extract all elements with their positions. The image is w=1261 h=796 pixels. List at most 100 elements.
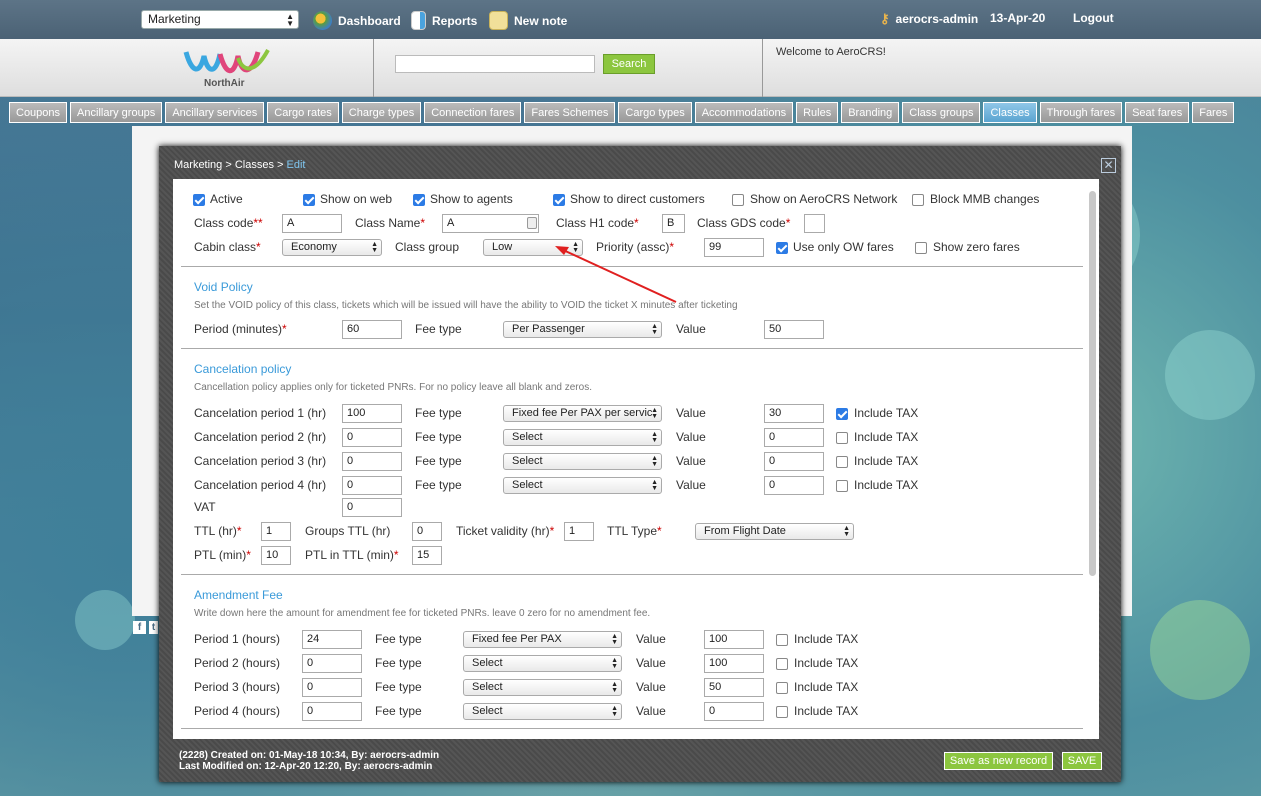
show-direct-label: Show to direct customers bbox=[570, 192, 705, 206]
cancel-fee-select[interactable]: Select ▲ ▼ bbox=[503, 429, 662, 446]
class-code-label: Class code** bbox=[194, 216, 263, 230]
search-input[interactable] bbox=[395, 55, 595, 73]
tab-bar: Coupons Ancillary groups Ancillary service… bbox=[9, 102, 1235, 124]
cancel-period-input[interactable]: 0 bbox=[342, 452, 402, 471]
amend-value-input[interactable]: 100 bbox=[704, 654, 764, 673]
tab-branding[interactable]: Branding bbox=[841, 102, 900, 123]
include-tax-checkbox[interactable] bbox=[836, 456, 848, 468]
show-network-checkbox[interactable] bbox=[732, 194, 744, 206]
ptl-input[interactable]: 10 bbox=[261, 546, 291, 565]
h1-code-input[interactable]: B bbox=[662, 214, 685, 233]
reports-link[interactable]: Reports bbox=[411, 11, 477, 30]
amend-period-input[interactable]: 0 bbox=[302, 654, 362, 673]
search-button[interactable]: Search bbox=[603, 54, 655, 74]
tab-through-fares[interactable]: Through fares bbox=[1039, 102, 1123, 123]
cancel-period-input[interactable]: 100 bbox=[342, 404, 402, 423]
amend-fee-select[interactable]: Fixed fee Per PAX ▲ ▼ bbox=[463, 631, 622, 648]
void-period-input[interactable]: 60 bbox=[342, 320, 402, 339]
show-zero-checkbox[interactable] bbox=[915, 242, 927, 254]
scrollbar[interactable] bbox=[1089, 191, 1096, 576]
tab-coupons[interactable]: Coupons bbox=[9, 102, 68, 123]
cancel-period-input[interactable]: 0 bbox=[342, 476, 402, 495]
tab-ancillary-services[interactable]: Ancillary services bbox=[165, 102, 265, 123]
void-value-input[interactable]: 50 bbox=[764, 320, 824, 339]
groups-ttl-input[interactable]: 0 bbox=[412, 522, 442, 541]
gds-code-input[interactable] bbox=[804, 214, 825, 233]
close-icon[interactable]: ✕ bbox=[1101, 158, 1116, 173]
include-tax-checkbox[interactable] bbox=[836, 480, 848, 492]
tab-class-groups[interactable]: Class groups bbox=[902, 102, 981, 123]
save-as-new-button[interactable]: Save as new record bbox=[944, 752, 1053, 770]
amend-period-label: Period 3 (hours) bbox=[194, 680, 281, 694]
amend-period-input[interactable]: 0 bbox=[302, 702, 362, 721]
cancel-period-input[interactable]: 0 bbox=[342, 428, 402, 447]
user-link[interactable]: ⚷ aerocrs-admin bbox=[880, 11, 978, 27]
amend-fee-select[interactable]: Select ▲ ▼ bbox=[463, 679, 622, 696]
amend-value-input[interactable]: 100 bbox=[704, 630, 764, 649]
include-tax-checkbox[interactable] bbox=[776, 658, 788, 670]
tab-cargo-types[interactable]: Cargo types bbox=[618, 102, 692, 123]
class-code-input[interactable]: A bbox=[282, 214, 342, 233]
cancel-value-input[interactable]: 0 bbox=[764, 476, 824, 495]
active-checkbox[interactable] bbox=[193, 194, 205, 206]
include-tax-checkbox[interactable] bbox=[836, 432, 848, 444]
amend-period-input[interactable]: 24 bbox=[302, 630, 362, 649]
new-note-link[interactable]: New note bbox=[489, 11, 567, 30]
translate-icon[interactable] bbox=[527, 217, 537, 229]
ttl-input[interactable]: 1 bbox=[261, 522, 291, 541]
tab-connection-fares[interactable]: Connection fares bbox=[424, 102, 522, 123]
include-tax-checkbox[interactable] bbox=[776, 706, 788, 718]
amend-fee-select[interactable]: Select ▲ ▼ bbox=[463, 655, 622, 672]
use-ow-checkbox[interactable] bbox=[776, 242, 788, 254]
cancel-fee-select[interactable]: Fixed fee Per PAX per servic ▲ ▼ bbox=[503, 405, 662, 422]
ticket-validity-input[interactable]: 1 bbox=[564, 522, 594, 541]
cancel-fee-label: Fee type bbox=[415, 430, 462, 444]
market-select[interactable]: Marketing ▲ ▼ bbox=[141, 10, 299, 29]
void-fee-select[interactable]: Per Passenger ▲ ▼ bbox=[503, 321, 662, 338]
class-name-input[interactable]: A bbox=[442, 214, 539, 233]
amend-value-label: Value bbox=[636, 632, 666, 646]
save-button[interactable]: SAVE bbox=[1062, 752, 1102, 770]
tab-rules[interactable]: Rules bbox=[796, 102, 839, 123]
cancel-value-input[interactable]: 0 bbox=[764, 452, 824, 471]
cancel-value-input[interactable]: 30 bbox=[764, 404, 824, 423]
tab-ancillary-groups[interactable]: Ancillary groups bbox=[70, 102, 163, 123]
cancel-fee-select[interactable]: Select ▲ ▼ bbox=[503, 453, 662, 470]
tab-seat-fares[interactable]: Seat fares bbox=[1125, 102, 1190, 123]
show-agents-checkbox[interactable] bbox=[413, 194, 425, 206]
facebook-icon[interactable]: f bbox=[133, 621, 146, 634]
active-label: Active bbox=[210, 192, 243, 206]
key-icon: ⚷ bbox=[880, 11, 890, 26]
tab-fares-schemes[interactable]: Fares Schemes bbox=[524, 102, 616, 123]
header-divider bbox=[373, 39, 374, 97]
amend-period-input[interactable]: 0 bbox=[302, 678, 362, 697]
ptl-in-ttl-input[interactable]: 15 bbox=[412, 546, 442, 565]
include-tax-checkbox[interactable] bbox=[776, 682, 788, 694]
tab-accommodations[interactable]: Accommodations bbox=[694, 102, 794, 123]
twitter-icon[interactable]: t bbox=[149, 621, 158, 634]
priority-input[interactable]: 99 bbox=[704, 238, 764, 257]
gds-code-label: Class GDS code* bbox=[697, 216, 791, 230]
show-web-checkbox[interactable] bbox=[303, 194, 315, 206]
dashboard-link[interactable]: Dashboard bbox=[313, 11, 401, 30]
cancel-fee-select[interactable]: Select ▲ ▼ bbox=[503, 477, 662, 494]
tab-cargo-rates[interactable]: Cargo rates bbox=[267, 102, 339, 123]
cabin-class-select[interactable]: Economy ▲ ▼ bbox=[282, 239, 382, 256]
vat-input[interactable]: 0 bbox=[342, 498, 402, 517]
include-tax-checkbox[interactable] bbox=[776, 634, 788, 646]
amend-value-input[interactable]: 0 bbox=[704, 702, 764, 721]
amend-fee-select[interactable]: Select ▲ ▼ bbox=[463, 703, 622, 720]
breadcrumb: Marketing > Classes > Edit bbox=[174, 159, 306, 171]
logout-link[interactable]: Logout bbox=[1073, 11, 1114, 25]
amend-value-input[interactable]: 50 bbox=[704, 678, 764, 697]
block-mmb-checkbox[interactable] bbox=[912, 194, 924, 206]
include-tax-checkbox[interactable] bbox=[836, 408, 848, 420]
show-network-label: Show on AeroCRS Network bbox=[750, 192, 898, 206]
tab-classes[interactable]: Classes bbox=[983, 102, 1037, 123]
ttl-type-select[interactable]: From Flight Date ▲ ▼ bbox=[695, 523, 854, 540]
date-label: 13-Apr-20 bbox=[990, 11, 1046, 25]
tab-charge-types[interactable]: Charge types bbox=[341, 102, 422, 123]
cancel-value-input[interactable]: 0 bbox=[764, 428, 824, 447]
tab-fares[interactable]: Fares bbox=[1192, 102, 1235, 123]
show-direct-checkbox[interactable] bbox=[553, 194, 565, 206]
